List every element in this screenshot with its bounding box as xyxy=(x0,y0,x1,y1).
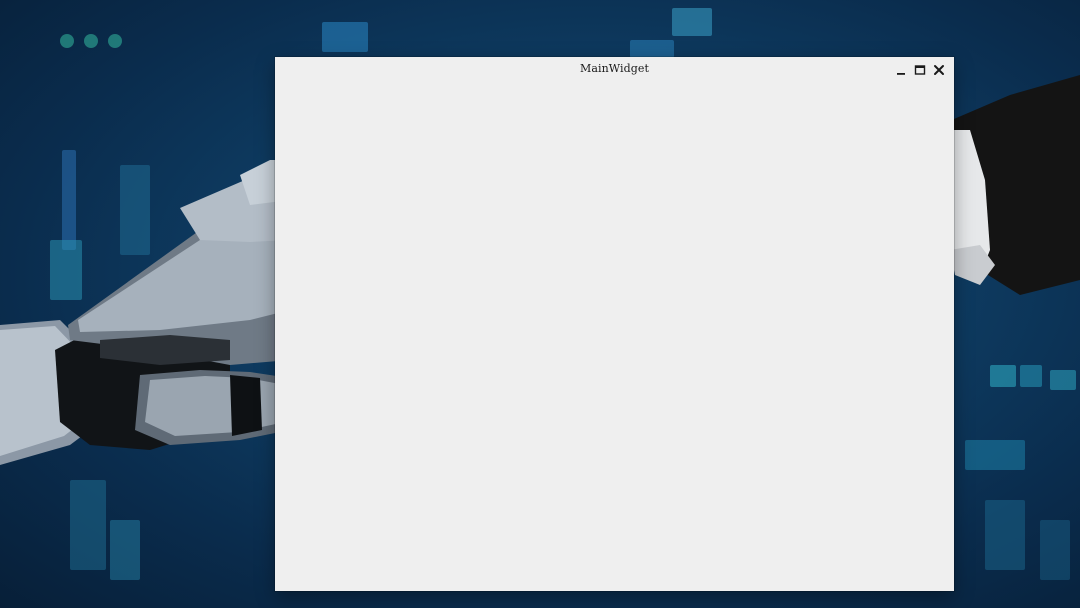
wallpaper-light-block xyxy=(1040,520,1070,580)
wallpaper-light-block xyxy=(672,8,712,36)
robot-hand-illustration xyxy=(0,160,290,465)
wallpaper-light-block xyxy=(965,440,1025,470)
close-button[interactable] xyxy=(932,62,946,76)
wallpaper-light-block xyxy=(322,22,368,52)
wallpaper-light-block xyxy=(630,40,674,58)
wallpaper-light-block xyxy=(1050,370,1076,390)
maximize-button[interactable] xyxy=(913,62,927,76)
wallpaper-bokeh xyxy=(84,34,98,48)
wallpaper-bokeh xyxy=(60,34,74,48)
main-window: MainWidget xyxy=(275,57,954,591)
wallpaper-light-block xyxy=(110,520,140,580)
minimize-button[interactable] xyxy=(894,62,908,76)
wallpaper-light-block xyxy=(985,500,1025,570)
wallpaper-bokeh xyxy=(108,34,122,48)
maximize-icon xyxy=(914,65,926,75)
human-hand-illustration xyxy=(940,75,1080,295)
minimize-icon xyxy=(897,73,905,75)
wallpaper-light-block xyxy=(1020,365,1042,387)
desktop-wallpaper: MainWidget xyxy=(0,0,1080,608)
close-icon xyxy=(934,65,944,75)
wallpaper-light-block xyxy=(990,365,1016,387)
window-title: MainWidget xyxy=(579,62,650,75)
wallpaper-light-block xyxy=(70,480,106,570)
window-titlebar[interactable]: MainWidget xyxy=(275,57,954,81)
window-client-area xyxy=(275,81,954,591)
